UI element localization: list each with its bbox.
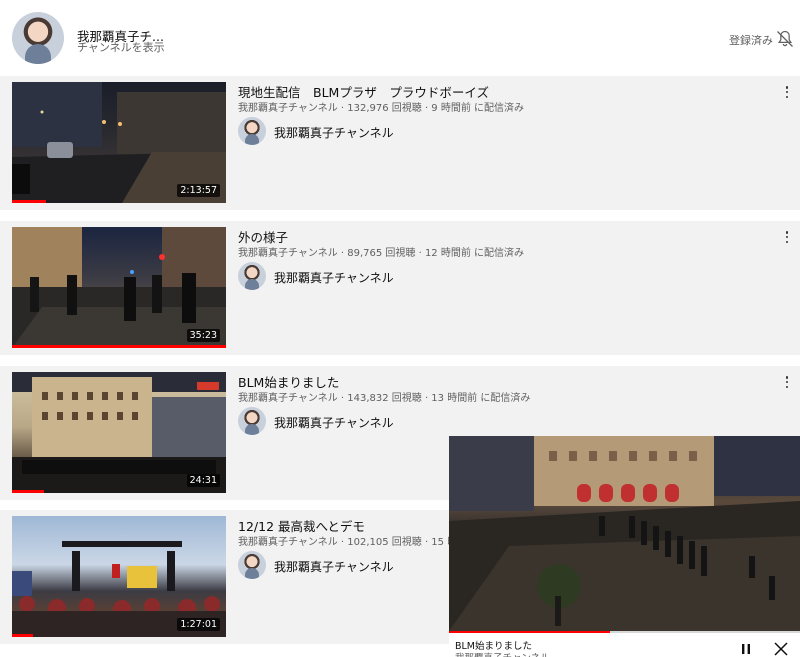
video-thumbnail[interactable]: 24:31: [12, 372, 226, 493]
channel-avatar-small[interactable]: [238, 407, 266, 435]
video-duration: 35:23: [186, 329, 220, 342]
channel-avatar-small[interactable]: [238, 262, 266, 290]
video-channel-name[interactable]: 我那覇真子チャンネル: [274, 414, 394, 431]
channel-header: 我那覇真子チ... チャンネルを表示 登録済み: [0, 0, 800, 76]
watch-progress: [12, 200, 47, 203]
miniplayer-frame: [449, 436, 800, 631]
channel-avatar-small[interactable]: [238, 551, 266, 579]
channel-avatar-small[interactable]: [238, 117, 266, 145]
miniplayer-progress[interactable]: [449, 631, 611, 633]
miniplayer-video[interactable]: [449, 436, 800, 631]
pause-button[interactable]: [738, 642, 754, 656]
video-duration: 1:27:01: [177, 618, 220, 631]
miniplayer[interactable]: BLM始まりました 我那覇真子チャンネル: [449, 436, 800, 657]
video-duration: 24:31: [186, 474, 220, 487]
video-thumbnail[interactable]: 2:13:57: [12, 82, 226, 203]
close-icon: [774, 642, 788, 656]
more-options-icon[interactable]: [782, 229, 792, 245]
pause-icon: [742, 644, 750, 654]
close-button[interactable]: [773, 641, 789, 657]
bell-off-icon[interactable]: [775, 29, 795, 49]
video-channel-name[interactable]: 我那覇真子チャンネル: [274, 124, 394, 141]
video-meta: 我那覇真子チャンネル · 89,765 回視聴 · 12 時間前 に配信済み: [238, 248, 525, 259]
watch-progress: [12, 634, 34, 637]
video-item[interactable]: 35:23 外の様子 我那覇真子チャンネル · 89,765 回視聴 · 12 …: [0, 221, 800, 355]
video-thumbnail[interactable]: 35:23: [12, 227, 226, 348]
watch-progress: [12, 490, 45, 493]
more-options-icon[interactable]: [782, 374, 792, 390]
channel-avatar[interactable]: [12, 12, 64, 64]
video-channel-name[interactable]: 我那覇真子チャンネル: [274, 269, 394, 286]
view-channel-link[interactable]: チャンネルを表示: [77, 39, 165, 55]
more-options-icon[interactable]: [782, 84, 792, 100]
subscribed-button[interactable]: 登録済み: [729, 32, 773, 48]
video-meta: 我那覇真子チャンネル · 132,976 回視聴 · 9 時間前 に配信済み: [238, 103, 525, 114]
video-duration: 2:13:57: [177, 184, 220, 197]
video-item[interactable]: 2:13:57 現地生配信 BLMプラザ プラウドボーイズ 我那覇真子チャンネル…: [0, 76, 800, 210]
miniplayer-channel: 我那覇真子チャンネル: [455, 650, 550, 657]
video-thumbnail[interactable]: 1:27:01: [12, 516, 226, 637]
video-channel-name[interactable]: 我那覇真子チャンネル: [274, 558, 394, 575]
watch-progress: [12, 345, 226, 348]
video-meta: 我那覇真子チャンネル · 102,105 回視聴 · 15 時: [238, 537, 458, 548]
video-meta: 我那覇真子チャンネル · 143,832 回視聴 · 13 時間前 に配信済み: [238, 393, 531, 404]
